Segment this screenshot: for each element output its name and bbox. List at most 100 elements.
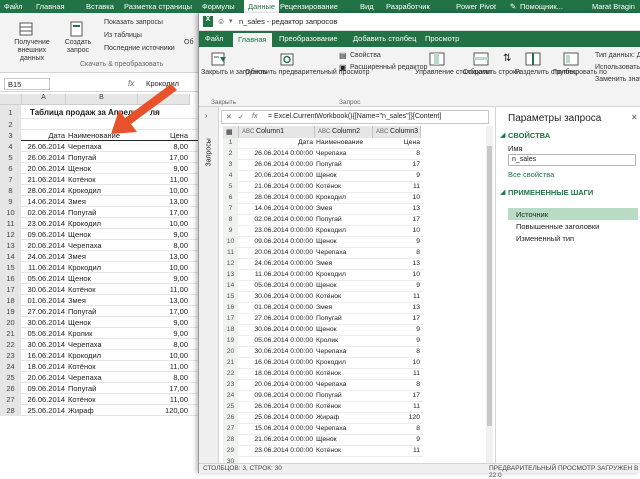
step-changed-type[interactable]: Измененный тип xyxy=(508,232,638,244)
cell-date[interactable]: 05.06.2014 xyxy=(24,329,65,338)
cell-column3[interactable]: Цена xyxy=(375,139,420,146)
select-all-corner[interactable] xyxy=(0,94,22,105)
sheet-row[interactable]: 16 05.06.2014 Щенок 9,00 xyxy=(0,273,200,284)
get-external-data-button[interactable]: Получение внешних данных xyxy=(12,39,52,63)
column-header-b[interactable]: B xyxy=(66,94,138,105)
header-cell-date[interactable]: Дата xyxy=(24,131,65,140)
all-properties-link[interactable]: Все свойства xyxy=(508,170,554,179)
cell-column1[interactable]: 28.06.2014 0:00:00 xyxy=(240,194,313,201)
cell-price[interactable]: 17,00 xyxy=(140,307,188,316)
close-load-button[interactable]: Закрыть и загрузить xyxy=(201,69,267,77)
sheet-row[interactable]: 20 30.06.2014 Щенок 9,00 xyxy=(0,317,200,328)
sheet-row[interactable]: 17 30.06.2014 Котёнок 11,00 xyxy=(0,284,200,295)
sheet-row[interactable]: 5 26.06.2014 Попугай 17,00 xyxy=(0,152,200,163)
cell-column3[interactable]: 13 xyxy=(375,205,420,212)
cell-price[interactable]: 10,00 xyxy=(140,351,188,360)
group-by-button[interactable]: Группировать по xyxy=(553,69,607,77)
row-number[interactable]: 22 xyxy=(0,339,21,350)
row-number[interactable]: 19 xyxy=(0,306,21,317)
cell-column2[interactable]: Попугай xyxy=(316,216,373,223)
from-table-button[interactable]: Из таблицы xyxy=(104,32,142,39)
cell-date[interactable]: 09.06.2014 xyxy=(24,384,65,393)
row-number[interactable]: 2 xyxy=(0,119,21,130)
cell-name[interactable]: Жираф xyxy=(68,406,138,415)
menu-view[interactable]: Вид xyxy=(360,2,374,11)
row-index[interactable]: 26 xyxy=(223,413,238,424)
cell-column3[interactable]: 11 xyxy=(375,403,420,410)
sheet-row[interactable]: 15 11.06.2014 Крокодил 10,00 xyxy=(0,262,200,273)
cell-column1[interactable]: 26.06.2014 0:00:00 xyxy=(240,161,313,168)
cell-price[interactable]: 9,00 xyxy=(140,164,188,173)
cell-name[interactable]: Щенок xyxy=(68,274,138,283)
preview-row[interactable]: 6 28.06.2014 0:00:00 Крокодил 10 xyxy=(223,193,423,204)
cell-column3[interactable]: 120 xyxy=(375,414,420,421)
cell-column2[interactable]: Котёнок xyxy=(316,293,373,300)
cell-price[interactable]: 9,00 xyxy=(140,230,188,239)
cell-date[interactable]: 26.06.2014 xyxy=(24,142,65,151)
sheet-row[interactable]: 4 26.06.2014 Черепаха 8,00 xyxy=(0,141,200,152)
row-number[interactable]: 11 xyxy=(0,218,21,229)
cell-column2[interactable]: Крокодил xyxy=(316,194,373,201)
tab-transform[interactable]: Преобразование xyxy=(279,34,338,43)
row-number[interactable]: 6 xyxy=(0,163,21,174)
cell-price[interactable]: 8,00 xyxy=(140,241,188,250)
sheet-row[interactable]: 12 09.06.2014 Щенок 9,00 xyxy=(0,229,200,240)
row-number[interactable]: 26 xyxy=(0,383,21,394)
preview-row[interactable]: 18 30.06.2014 0:00:00 Щенок 9 xyxy=(223,325,423,336)
preview-row[interactable]: 27 15.06.2014 0:00:00 Черепаха 8 xyxy=(223,424,423,435)
formula-value[interactable]: Крокодил xyxy=(146,79,179,88)
cell-column2[interactable]: Щенок xyxy=(316,436,373,443)
column-header-2[interactable]: ABC Column2 xyxy=(315,126,373,138)
preview-row[interactable]: 28 21.06.2014 0:00:00 Щенок 9 xyxy=(223,435,423,446)
row-index[interactable]: 27 xyxy=(223,424,238,435)
cell-column3[interactable]: 9 xyxy=(375,282,420,289)
cell-date[interactable]: 23.06.2014 xyxy=(24,219,65,228)
cell-date[interactable]: 26.06.2014 xyxy=(24,395,65,404)
cell-date[interactable]: 18.06.2014 xyxy=(24,362,65,371)
preview-row[interactable]: 29 23.06.2014 0:00:00 Котёнок 11 xyxy=(223,446,423,457)
cell-column2[interactable]: Щенок xyxy=(316,238,373,245)
replace-values-button[interactable]: Заменить знач xyxy=(595,76,640,84)
row-number[interactable]: 10 xyxy=(0,207,21,218)
cell-name[interactable]: Щенок xyxy=(68,230,138,239)
smiley-icon[interactable]: ☺ xyxy=(217,17,225,26)
cell-date[interactable]: 16.06.2014 xyxy=(24,351,65,360)
cell-column1[interactable]: 30.06.2014 0:00:00 xyxy=(240,293,313,300)
cell-column1[interactable]: 18.06.2014 0:00:00 xyxy=(240,370,313,377)
cell-name[interactable]: Змея xyxy=(68,252,138,261)
cell-date[interactable]: 30.06.2014 xyxy=(24,318,65,327)
preview-row[interactable]: 17 27.06.2014 0:00:00 Попугай 17 xyxy=(223,314,423,325)
menu-data[interactable]: Данные xyxy=(244,0,280,13)
cell-price[interactable]: 8,00 xyxy=(140,142,188,151)
properties-button[interactable]: Свойства xyxy=(350,52,381,60)
query-name-input[interactable]: n_sales xyxy=(508,154,636,166)
sheet-row[interactable]: 24 18.06.2014 Котёнок 11,00 xyxy=(0,361,200,372)
cell-column3[interactable]: 8 xyxy=(375,425,420,432)
cell-date[interactable]: 24.06.2014 xyxy=(24,252,65,261)
column-header-c[interactable]: C xyxy=(138,94,190,105)
cell-column1[interactable]: 09.06.2014 0:00:00 xyxy=(240,392,313,399)
cell-column2[interactable]: Змея xyxy=(316,205,373,212)
cell-column3[interactable]: 8 xyxy=(375,381,420,388)
queries-label[interactable]: Запросы xyxy=(206,135,213,166)
preview-row[interactable]: 15 30.06.2014 0:00:00 Котёнок 11 xyxy=(223,292,423,303)
cell-price[interactable]: 17,00 xyxy=(140,384,188,393)
sheet-row[interactable]: 11 23.06.2014 Крокодил 10,00 xyxy=(0,218,200,229)
cell-column2[interactable]: Черепаха xyxy=(316,381,373,388)
cell-price[interactable]: 13,00 xyxy=(140,296,188,305)
preview-row[interactable]: 14 05.06.2014 0:00:00 Щенок 9 xyxy=(223,281,423,292)
cell-column1[interactable]: 21.06.2014 0:00:00 xyxy=(240,436,313,443)
user-name[interactable]: Marat Bragin xyxy=(592,2,635,11)
cell-column1[interactable]: 11.06.2014 0:00:00 xyxy=(240,271,313,278)
name-box[interactable]: B15 xyxy=(4,78,50,90)
row-index[interactable]: 19 xyxy=(223,336,238,347)
cell-column3[interactable]: 13 xyxy=(375,260,420,267)
step-source[interactable]: Источник xyxy=(508,208,638,220)
cell-date[interactable]: 14.06.2014 xyxy=(24,197,65,206)
cell-column2[interactable]: Черепаха xyxy=(316,249,373,256)
cell-column1[interactable]: 23.06.2014 0:00:00 xyxy=(240,447,313,454)
cell-column2[interactable]: Крокодил xyxy=(316,271,373,278)
cell-column2[interactable]: Черепаха xyxy=(316,348,373,355)
step-promoted-headers[interactable]: Повышенные заголовки xyxy=(508,220,638,232)
cell-column2[interactable]: Попугай xyxy=(316,161,373,168)
